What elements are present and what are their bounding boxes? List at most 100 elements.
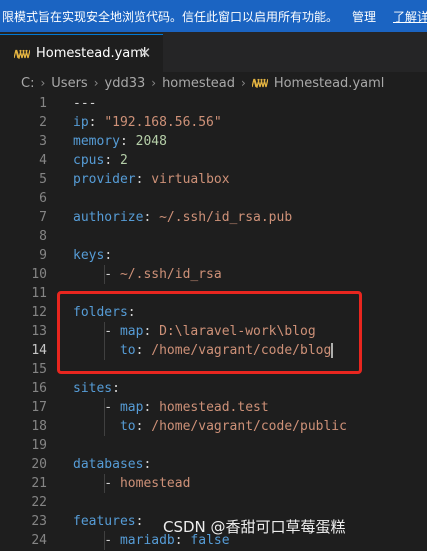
line-number: 5 <box>39 172 47 187</box>
line-number: 11 <box>31 286 47 301</box>
code-line[interactable]: 23 features: <box>0 512 427 531</box>
code-line[interactable]: 19 <box>0 436 427 455</box>
code-text: sites: <box>73 379 120 398</box>
code-text: - mariadb: false <box>73 531 229 550</box>
code-text: --- <box>73 94 96 113</box>
code-line[interactable]: 18 to: /home/vagrant/code/public <box>0 417 427 436</box>
indent-guide <box>104 341 106 360</box>
code-line[interactable]: 22 <box>0 493 427 512</box>
code-line[interactable]: 1 --- <box>0 94 427 113</box>
line-number: 1 <box>39 96 47 111</box>
line-number: 23 <box>31 514 47 529</box>
code-text: features: <box>73 512 143 531</box>
code-token: - <box>73 324 120 339</box>
code-line[interactable]: 5 provider: virtualbox <box>0 170 427 189</box>
code-token: - <box>73 533 120 548</box>
line-number: 13 <box>31 324 47 339</box>
code-line[interactable]: 7 authorize: ~/.ssh/id_rsa.pub <box>0 208 427 227</box>
restricted-mode-banner: 限模式旨在实现安全地浏览代码。信任此窗口以启用所有功能。 管理 了解详 <box>0 0 427 32</box>
indent-guide <box>104 474 106 493</box>
code-token: - <box>73 476 120 491</box>
code-token: D:\laravel-work\blog <box>159 324 316 339</box>
code-token: : <box>143 457 152 472</box>
code-token: : <box>135 419 152 434</box>
code-line[interactable]: 20 databases: <box>0 455 427 474</box>
code-token: homestead <box>119 476 191 491</box>
breadcrumb-item-folder[interactable]: homestead <box>162 76 235 91</box>
code-line[interactable]: 17 - map: homestead.test <box>0 398 427 417</box>
code-token: : <box>112 381 120 396</box>
code-token: homestead.test <box>159 400 269 415</box>
code-text: to: /home/vagrant/code/public <box>73 417 347 436</box>
code-line[interactable]: 10 - ~/.ssh/id_rsa <box>0 265 427 284</box>
code-token: : <box>119 134 136 149</box>
code-line[interactable]: 15 <box>0 360 427 379</box>
code-line[interactable]: 12 folders: <box>0 303 427 322</box>
line-number: 12 <box>31 305 47 320</box>
indent-guide <box>104 322 106 341</box>
code-token: /home/vagrant/code/public <box>151 419 347 434</box>
code-text: - ~/.ssh/id_rsa <box>73 265 221 284</box>
text-cursor <box>331 343 334 358</box>
code-token: : <box>143 400 160 415</box>
code-line[interactable]: 24 - mariadb: false <box>0 531 427 550</box>
code-token: : <box>135 514 144 529</box>
code-line[interactable]: 9 keys: <box>0 246 427 265</box>
code-token: /home/vagrant/code/blog <box>151 343 332 358</box>
breadcrumb-item-file[interactable]: Homestead.yaml <box>251 76 384 91</box>
indent-guide <box>104 417 106 436</box>
code-text: authorize: ~/.ssh/id_rsa.pub <box>73 208 292 227</box>
indent-guide <box>104 531 106 550</box>
close-icon[interactable]: ✕ <box>137 45 153 61</box>
code-token: 2 <box>119 153 128 168</box>
code-line[interactable]: 21 - homestead <box>0 474 427 493</box>
breadcrumb: C: › Users › ydd33 › homestead › Homeste… <box>0 72 427 94</box>
code-token: virtualbox <box>151 172 230 187</box>
code-token: : <box>104 248 113 263</box>
breadcrumb-item-users[interactable]: Users <box>51 76 87 91</box>
line-number: 10 <box>31 267 47 282</box>
manage-link[interactable]: 管理 <box>352 0 376 32</box>
code-text: cpus: 2 <box>73 151 128 170</box>
line-number: 15 <box>31 362 47 377</box>
code-line[interactable]: 6 <box>0 189 427 208</box>
chevron-right-icon: › <box>40 76 46 90</box>
code-editor[interactable]: 1 --- 2 ip: "192.168.56.56" 3 memory: 2048 4 cp… <box>0 94 427 551</box>
code-token: databases <box>73 457 144 472</box>
line-number: 2 <box>39 115 47 130</box>
code-token: - <box>73 267 120 282</box>
tab-homestead-yaml[interactable]: Homestead.yaml ✕ <box>0 34 163 72</box>
code-token: : <box>88 115 105 130</box>
learn-more-link[interactable]: 了解详 <box>393 0 427 32</box>
code-token: keys <box>73 248 105 263</box>
line-number: 6 <box>39 191 47 206</box>
code-token: : <box>135 343 152 358</box>
code-text: - homestead <box>73 474 190 493</box>
chevron-right-icon: › <box>241 76 246 90</box>
code-line[interactable]: 16 sites: <box>0 379 427 398</box>
breadcrumb-item-user[interactable]: ydd33 <box>105 76 146 91</box>
code-line[interactable]: 2 ip: "192.168.56.56" <box>0 113 427 132</box>
editor-tab-bar: Homestead.yaml ✕ <box>0 32 427 72</box>
code-token: : <box>127 305 136 320</box>
code-token: --- <box>73 96 97 111</box>
code-line[interactable]: 3 memory: 2048 <box>0 132 427 151</box>
line-number: 19 <box>31 438 47 453</box>
indent-guide <box>104 398 106 417</box>
chevron-right-icon: › <box>151 76 157 90</box>
code-token: sites <box>73 381 113 396</box>
restricted-mode-message: 限模式旨在实现安全地浏览代码。信任此窗口以启用所有功能。 <box>2 9 339 24</box>
code-line[interactable]: 4 cpus: 2 <box>0 151 427 170</box>
code-line[interactable]: 14 to: /home/vagrant/code/blog <box>0 341 427 360</box>
code-text: - map: D:\laravel-work\blog <box>73 322 316 341</box>
code-token: mariadb <box>119 533 175 548</box>
code-line[interactable]: 13 - map: D:\laravel-work\blog <box>0 322 427 341</box>
line-number: 22 <box>31 495 47 510</box>
code-line[interactable]: 8 <box>0 227 427 246</box>
code-text: memory: 2048 <box>73 132 167 151</box>
code-token: : <box>143 324 160 339</box>
breadcrumb-item-drive[interactable]: C: <box>21 76 34 91</box>
code-line[interactable]: 11 <box>0 284 427 303</box>
